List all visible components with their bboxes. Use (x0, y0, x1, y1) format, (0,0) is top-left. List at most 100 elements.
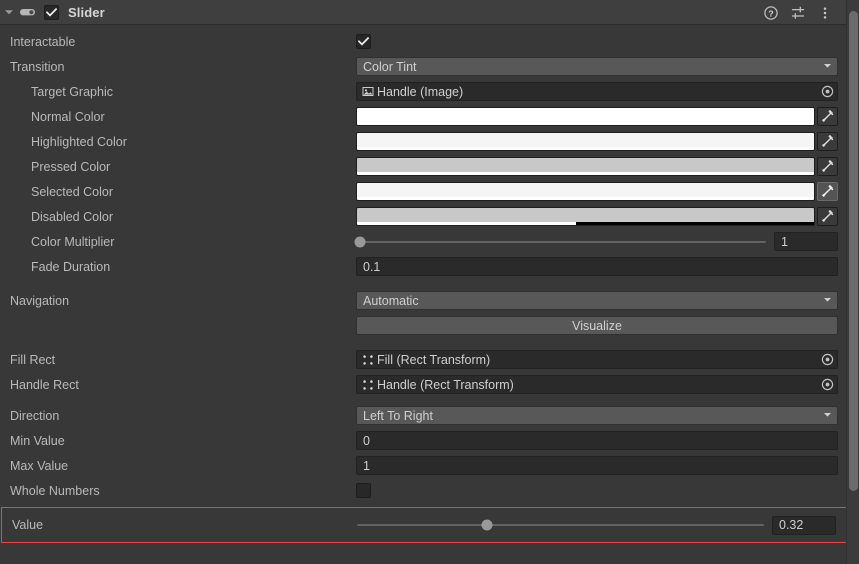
disabled-color-eyedropper-icon[interactable] (817, 207, 838, 226)
field-navigation: Automatic (356, 288, 859, 313)
highlighted-color-eyedropper-icon[interactable] (817, 132, 838, 151)
rect-transform-icon (361, 378, 375, 392)
color-multiplier-slider[interactable] (354, 232, 766, 251)
component-toggle-eye-icon[interactable] (17, 5, 39, 19)
field-direction: Left To Right (356, 403, 859, 428)
pressed-color-alpha (357, 172, 814, 175)
value-numberfield[interactable]: 0.32 (772, 515, 836, 535)
normal-color-swatch[interactable] (356, 107, 815, 126)
section-gap-1 (0, 279, 859, 288)
selected-color-alpha (357, 197, 814, 200)
visualize-button[interactable]: Visualize (356, 316, 838, 335)
component-header[interactable]: Slider ? (0, 0, 859, 25)
field-selected-color (356, 179, 859, 204)
field-interactable (356, 29, 859, 54)
field-visualize: Visualize (356, 313, 859, 338)
scrollbar-thumb[interactable] (849, 11, 858, 491)
field-value: 0.32 (357, 508, 857, 542)
fade-duration-value: 0.1 (363, 259, 381, 274)
navigation-dropdown-value: Automatic (363, 293, 419, 308)
label-disabled-color: Disabled Color (31, 209, 113, 224)
chevron-down-icon (822, 409, 833, 423)
fade-duration-input[interactable]: 0.1 (356, 257, 838, 276)
value-slider-knob[interactable] (481, 519, 493, 531)
image-component-icon (361, 85, 375, 99)
section-gap-2 (0, 338, 859, 347)
object-picker-button[interactable] (819, 84, 836, 99)
foldout-arrow-down-icon[interactable] (2, 5, 16, 19)
row-visualize: Visualize (0, 313, 859, 338)
color-multiplier-knob[interactable] (354, 236, 366, 247)
row-fill-rect: Fill Rect Fill (Rect Transform) (0, 347, 859, 372)
color-multiplier-track (356, 240, 766, 243)
value-slider-track (357, 524, 764, 526)
navigation-dropdown[interactable]: Automatic (356, 291, 838, 310)
transition-dropdown[interactable]: Color Tint (356, 57, 838, 76)
chevron-down-icon (822, 294, 833, 308)
interactable-checkbox[interactable] (356, 34, 371, 49)
label-navigation: Navigation (10, 293, 70, 308)
color-multiplier-numberfield[interactable]: 1 (774, 232, 838, 251)
field-target-graphic: Handle (Image) (356, 79, 859, 104)
pressed-color-swatch[interactable] (356, 157, 815, 176)
fill-rect-object-field[interactable]: Fill (Rect Transform) (356, 350, 838, 369)
disabled-color-alpha (357, 222, 814, 225)
vertical-scrollbar[interactable] (846, 0, 859, 564)
direction-dropdown[interactable]: Left To Right (356, 406, 838, 425)
whole-numbers-checkbox[interactable] (356, 483, 371, 498)
field-pressed-color (356, 154, 859, 179)
object-picker-button[interactable] (819, 377, 836, 392)
target-graphic-object-field[interactable]: Handle (Image) (356, 82, 838, 101)
label-whole-numbers: Whole Numbers (10, 483, 100, 498)
label-target-graphic: Target Graphic (31, 84, 113, 99)
field-color-multiplier: 1 (354, 229, 859, 254)
row-interactable: Interactable (0, 29, 859, 54)
selected-color-swatch[interactable] (356, 182, 815, 201)
value-number: 0.32 (779, 518, 804, 532)
row-navigation: Navigation Automatic (0, 288, 859, 313)
field-fade-duration: 0.1 (356, 254, 859, 279)
component-enabled-checkbox[interactable] (44, 4, 59, 20)
row-disabled-color: Disabled Color (0, 204, 859, 229)
field-max-value: 1 (356, 453, 859, 478)
handle-rect-object-field[interactable]: Handle (Rect Transform) (356, 375, 838, 394)
fill-rect-value: Fill (Rect Transform) (377, 352, 491, 367)
selected-color-eyedropper-icon[interactable] (817, 182, 838, 201)
row-target-graphic: Target Graphic Handle (Image) (0, 79, 859, 104)
normal-color-eyedropper-icon[interactable] (817, 107, 838, 126)
label-interactable: Interactable (10, 34, 76, 49)
help-icon[interactable]: ? (763, 5, 779, 21)
disabled-color-rgb (357, 208, 814, 222)
row-direction: Direction Left To Right (0, 403, 859, 428)
row-whole-numbers: Whole Numbers (0, 478, 859, 503)
pressed-color-eyedropper-icon[interactable] (817, 157, 838, 176)
color-multiplier-value: 1 (781, 234, 788, 249)
row-pressed-color: Pressed Color (0, 154, 859, 179)
rect-transform-icon (361, 353, 375, 367)
label-highlighted-color: Highlighted Color (31, 134, 127, 149)
pressed-color-rgb (357, 158, 814, 172)
row-normal-color: Normal Color (0, 104, 859, 129)
row-handle-rect: Handle Rect Handle (Rect Transform) (0, 372, 859, 397)
label-value: Value (12, 518, 44, 532)
visualize-button-label: Visualize (572, 318, 622, 333)
object-picker-button[interactable] (819, 352, 836, 367)
label-fill-rect: Fill Rect (10, 352, 56, 367)
label-min-value: Min Value (10, 433, 65, 448)
normal-color-rgb (357, 108, 814, 122)
header-icon-group: ? (763, 0, 833, 25)
direction-dropdown-value: Left To Right (363, 408, 433, 423)
min-value-input[interactable]: 0 (356, 431, 838, 450)
value-slider[interactable] (357, 516, 764, 535)
max-value-input[interactable]: 1 (356, 456, 838, 475)
selected-color-rgb (357, 183, 814, 197)
field-fill-rect: Fill (Rect Transform) (356, 347, 859, 372)
kebab-menu-icon[interactable] (817, 5, 833, 21)
value-row-highlight-annotation: Value 0.32 (1, 507, 858, 543)
preset-icon[interactable] (790, 5, 806, 21)
row-highlighted-color: Highlighted Color (0, 129, 859, 154)
highlighted-color-swatch[interactable] (356, 132, 815, 151)
label-color-multiplier: Color Multiplier (31, 234, 115, 249)
field-normal-color (356, 104, 859, 129)
disabled-color-swatch[interactable] (356, 207, 815, 226)
